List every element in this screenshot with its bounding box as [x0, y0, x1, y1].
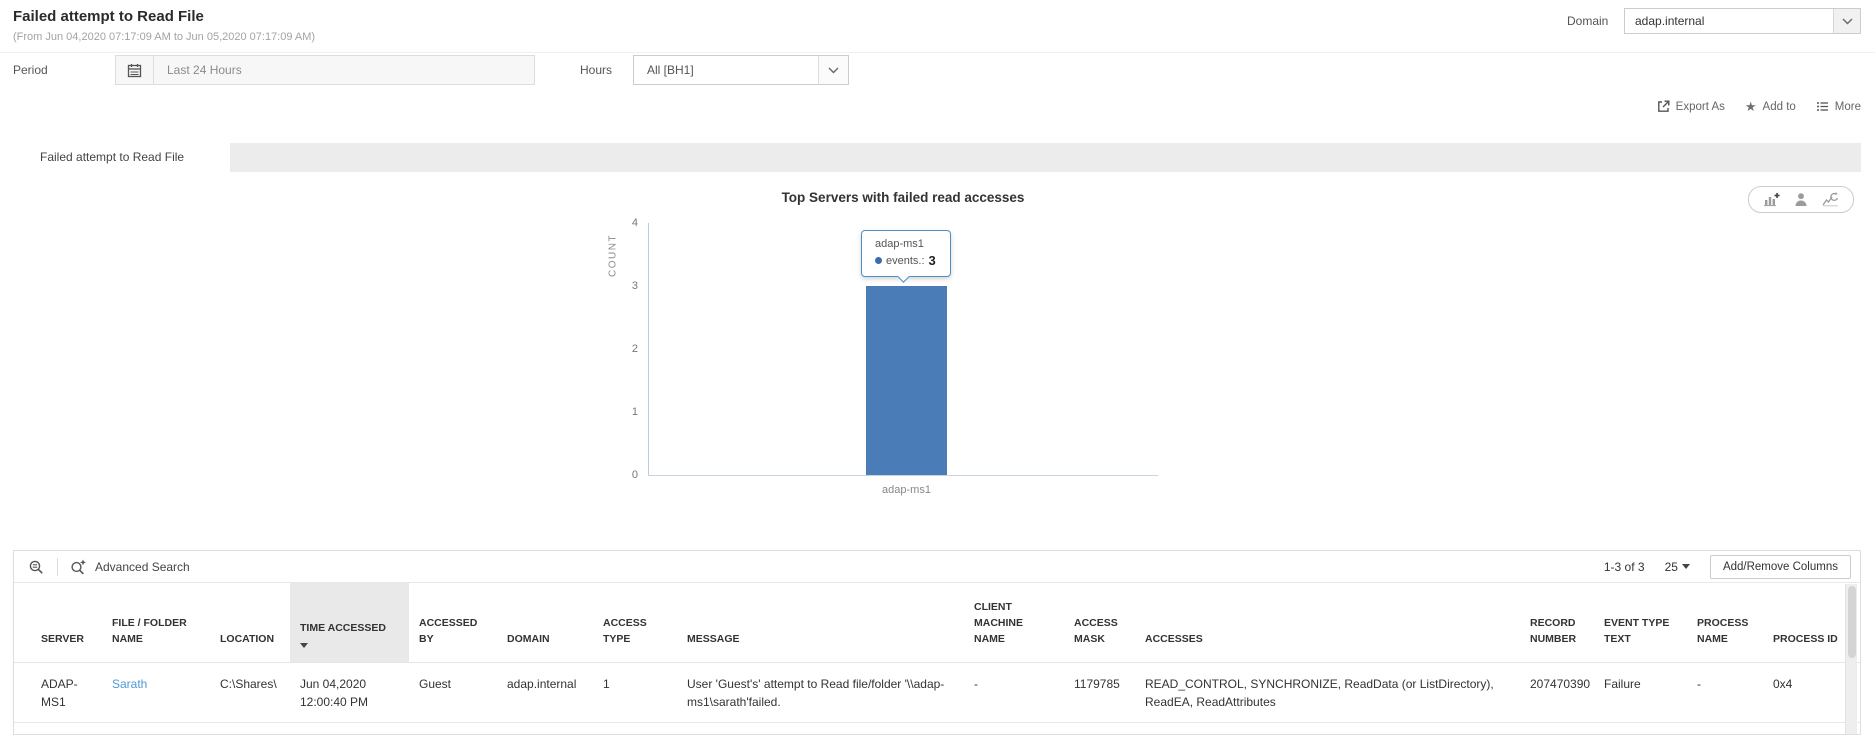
page-size-dropdown[interactable]: 25 — [1665, 560, 1690, 574]
y-axis-line — [648, 223, 649, 475]
advanced-search-icon[interactable] — [70, 559, 87, 575]
table-toolbar: Advanced Search 1-3 of 3 25 Add/Remove C… — [14, 551, 1860, 583]
add-to-button[interactable]: ★ Add to — [1744, 99, 1796, 114]
chart-tooltip: adap-ms1 events.: 3 — [861, 230, 951, 277]
domain-select-value: adap.internal — [1635, 14, 1705, 28]
file-folder-link[interactable]: Sarath — [112, 677, 147, 691]
col-header-domain[interactable]: DOMAIN — [497, 583, 593, 662]
refresh-chart-icon[interactable] — [1822, 192, 1839, 207]
x-axis-line — [648, 475, 1158, 476]
cell-event-type-text: Failure — [1604, 676, 1641, 691]
y-tick: 0 — [631, 469, 638, 481]
cell-client-machine-name: - — [974, 676, 978, 691]
report-actions: Export As ★ Add to More — [1657, 100, 1861, 113]
col-header-event-type-text[interactable]: EVENT TYPE TEXT — [1594, 583, 1687, 662]
export-icon — [1657, 100, 1670, 113]
tooltip-series-label: events.: — [886, 254, 925, 267]
col-header-record-number[interactable]: RECORD NUMBER — [1520, 583, 1594, 662]
cell-process-name: - — [1697, 676, 1701, 691]
col-header-file-folder-name[interactable]: FILE / FOLDER NAME — [102, 583, 210, 662]
chart-title: Top Servers with failed read accesses — [781, 190, 1025, 205]
hours-select[interactable]: All [BH1] — [633, 55, 849, 85]
col-header-process-name[interactable]: PROCESS NAME — [1687, 583, 1763, 662]
domain-select[interactable]: adap.internal — [1624, 8, 1861, 34]
period-value: Last 24 Hours — [167, 63, 242, 77]
y-tick: 3 — [631, 280, 638, 292]
cell-access-mask: 1179785 — [1074, 676, 1120, 691]
y-tick: 1 — [631, 406, 638, 418]
col-header-server[interactable]: SERVER — [14, 583, 102, 662]
export-as-button[interactable]: Export As — [1657, 100, 1725, 113]
cell-server: ADAP-MS1 — [41, 676, 78, 710]
col-header-client-machine-name[interactable]: CLIENT MACHINE NAME — [964, 583, 1064, 662]
y-tick: 4 — [631, 217, 638, 229]
col-header-accesses[interactable]: ACCESSES — [1135, 583, 1520, 662]
report-page: Failed attempt to Read File (From Jun 04… — [0, 0, 1875, 735]
chevron-down-icon — [818, 56, 848, 84]
more-icon — [1816, 100, 1829, 113]
table-row: ADAP-MS1 Sarath C:\Shares\ Jun 04,2020 1… — [14, 662, 1860, 722]
results-table: SERVER FILE / FOLDER NAME LOCATION TIME … — [14, 583, 1860, 723]
header-divider — [0, 52, 1875, 53]
x-category-label: adap-ms1 — [882, 484, 931, 496]
cell-record-number: 207470390 — [1530, 676, 1591, 691]
calendar-icon — [116, 56, 154, 84]
period-label: Period — [13, 63, 48, 77]
chevron-down-icon — [1833, 9, 1860, 33]
table-scrollbar[interactable] — [1845, 584, 1857, 734]
bar-adap-ms1[interactable] — [866, 286, 947, 475]
cell-time-accessed: Jun 04,2020 12:00:40 PM — [300, 676, 369, 710]
cell-domain: adap.internal — [507, 676, 577, 691]
cell-accessed-by: Guest — [419, 676, 452, 691]
report-date-range: (From Jun 04,2020 07:17:09 AM to Jun 05,… — [13, 31, 316, 43]
col-header-location[interactable]: LOCATION — [210, 583, 290, 662]
period-input[interactable]: Last 24 Hours — [115, 55, 535, 85]
star-icon: ★ — [1744, 99, 1757, 114]
cell-accesses: READ_CONTROL, SYNCHRONIZE, ReadData (or … — [1145, 676, 1494, 710]
col-header-accessed-by[interactable]: ACCESSED BY — [409, 583, 497, 662]
pagination-range: 1-3 of 3 — [1603, 559, 1645, 574]
tooltip-value: 3 — [928, 253, 936, 268]
cell-message: User 'Guest's' attempt to Read file/fold… — [687, 676, 945, 710]
tooltip-title: adap-ms1 — [875, 238, 924, 250]
tab-failed-attempt-to-read-file[interactable]: Failed attempt to Read File — [13, 143, 230, 172]
cell-file-folder-name: Sarath — [102, 662, 210, 722]
toolbar-divider — [57, 557, 58, 576]
hours-label: Hours — [580, 63, 613, 77]
series-dot-icon — [875, 257, 882, 264]
col-header-access-mask[interactable]: ACCESS MASK — [1064, 583, 1135, 662]
cell-access-type: 1 — [603, 676, 610, 691]
col-header-time-accessed[interactable]: TIME ACCESSED — [290, 583, 409, 662]
chart-toolbar — [1748, 186, 1854, 213]
cell-location: C:\Shares\ — [220, 676, 277, 691]
caret-down-icon — [1681, 564, 1690, 569]
sort-desc-icon — [300, 642, 308, 648]
user-icon[interactable] — [1794, 192, 1808, 207]
add-remove-columns-button[interactable]: Add/Remove Columns — [1709, 554, 1851, 579]
advanced-search-link[interactable]: Advanced Search — [95, 560, 190, 574]
col-header-access-type[interactable]: ACCESS TYPE — [593, 583, 677, 662]
page-title: Failed attempt to Read File — [13, 8, 204, 25]
table-header-row: SERVER FILE / FOLDER NAME LOCATION TIME … — [14, 583, 1860, 662]
add-chart-icon[interactable] — [1763, 192, 1780, 207]
results-table-container: Advanced Search 1-3 of 3 25 Add/Remove C… — [13, 550, 1861, 735]
domain-label: Domain — [1567, 14, 1609, 28]
tab-strip — [13, 143, 1861, 172]
more-button[interactable]: More — [1816, 100, 1861, 113]
col-header-message[interactable]: MESSAGE — [677, 583, 964, 662]
y-tick: 2 — [631, 343, 638, 355]
hours-select-value: All [BH1] — [647, 63, 694, 77]
column-search-icon[interactable] — [28, 559, 45, 575]
scrollbar-thumb[interactable] — [1848, 586, 1856, 658]
